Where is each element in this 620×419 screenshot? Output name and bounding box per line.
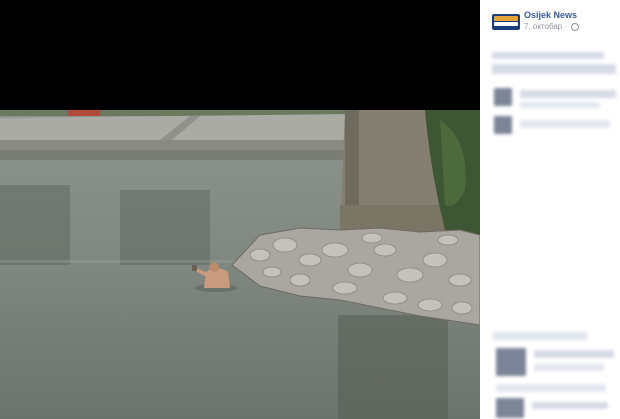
page-name-link[interactable]: Osijek News [524,10,577,20]
blurred-caption-line [492,52,604,59]
post-photo[interactable] [0,110,480,419]
meta-separator: · [564,22,568,31]
logo-band [494,16,518,21]
blurred-text [520,120,610,128]
blurred-comment-line [496,384,606,392]
post-sidebar: Osijek News 7. октобар · [480,0,620,419]
blurred-text [520,90,616,98]
blurred-caption-line [492,64,616,74]
blurred-text [520,102,600,108]
photo-viewer-stage[interactable] [0,0,480,419]
blurred-avatar [494,116,512,134]
blurred-avatar [496,348,526,376]
post-date[interactable]: 7. октобар [524,22,562,31]
post-meta: 7. октобар · [524,22,580,31]
blurred-comment-line [534,364,604,371]
blurred-comment-line [534,350,614,358]
blurred-comment-line [492,332,588,340]
blurred-avatar [496,398,524,418]
post-header: Osijek News 7. октобар · [492,10,620,40]
logo-text-bar [494,22,518,26]
globe-icon [571,22,580,31]
blurred-avatar [494,88,512,106]
blurred-comment-line [532,402,608,409]
page-avatar[interactable] [492,14,520,30]
